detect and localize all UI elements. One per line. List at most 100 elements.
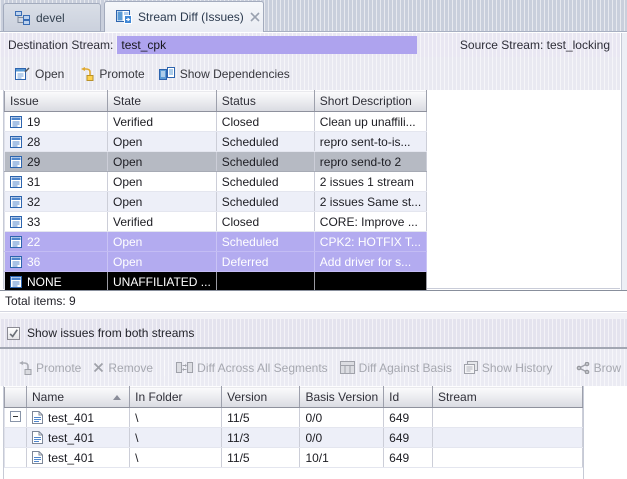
- open-button[interactable]: Open: [8, 64, 71, 84]
- issue-icon: [10, 236, 22, 248]
- basis-version-cell[interactable]: 0/0: [300, 428, 384, 448]
- state-cell[interactable]: Open: [108, 252, 217, 272]
- status-cell[interactable]: Deferred: [216, 252, 314, 272]
- short-description-cell[interactable]: Clean up unaffili...: [314, 112, 426, 132]
- version-cell[interactable]: 11/5: [222, 448, 300, 468]
- issue-icon: [10, 216, 22, 228]
- basis-version-cell[interactable]: 10/1: [300, 448, 384, 468]
- status-cell[interactable]: Scheduled: [216, 152, 314, 172]
- show-both-streams-checkbox[interactable]: [7, 327, 20, 340]
- expander-cell[interactable]: [5, 408, 27, 428]
- version-row[interactable]: test_401 \ 11/5 10/1 649: [5, 448, 583, 468]
- name-cell[interactable]: test_401: [27, 428, 130, 448]
- issue-row[interactable]: 22 Open Scheduled CPK2: HOTFIX T...: [5, 232, 427, 252]
- issue-cell[interactable]: 19: [5, 112, 108, 132]
- issue-cell[interactable]: 32: [5, 192, 108, 212]
- stream-cell[interactable]: [433, 428, 583, 448]
- short-description-cell[interactable]: 2 issues Same st...: [314, 192, 426, 212]
- versions-col-id[interactable]: Id: [384, 387, 433, 408]
- promote-button[interactable]: Promote: [71, 64, 151, 84]
- status-cell[interactable]: Scheduled: [216, 192, 314, 212]
- issue-cell[interactable]: NONE: [5, 272, 108, 292]
- state-cell[interactable]: Open: [108, 192, 217, 212]
- versions-col-stream[interactable]: Stream: [433, 387, 583, 408]
- issue-row[interactable]: NONE UNAFFILIATED ...: [5, 272, 427, 292]
- stream-diff-view: devel Stream Diff (Issues) Destinat: [0, 0, 627, 479]
- versions-col-in-folder[interactable]: In Folder: [130, 387, 222, 408]
- short-description-cell[interactable]: 2 issues 1 stream: [314, 172, 426, 192]
- short-description-cell[interactable]: repro send-to 2: [314, 152, 426, 172]
- state-cell[interactable]: Verified: [108, 212, 217, 232]
- version-cell[interactable]: 11/5: [222, 408, 300, 428]
- issue-row[interactable]: 28 Open Scheduled repro sent-to-is...: [5, 132, 427, 152]
- issue-cell[interactable]: 31: [5, 172, 108, 192]
- in-folder-cell[interactable]: \: [130, 448, 222, 468]
- basis-version-cell[interactable]: 0/0: [300, 408, 384, 428]
- versions-col-name[interactable]: Name: [27, 387, 130, 408]
- tab-stream-diff[interactable]: Stream Diff (Issues): [104, 1, 264, 32]
- version-row[interactable]: test_401 \ 11/5 0/0 649: [5, 408, 583, 428]
- promote-version-button[interactable]: Promote: [10, 358, 87, 378]
- id-cell[interactable]: 649: [384, 448, 433, 468]
- issues-col-issue[interactable]: Issue: [5, 91, 108, 112]
- diff-against-basis-button[interactable]: Diff Against Basis: [334, 358, 458, 378]
- collapse-icon[interactable]: [10, 411, 21, 422]
- issue-cell[interactable]: 29: [5, 152, 108, 172]
- issues-col-state[interactable]: State: [108, 91, 217, 112]
- issue-row[interactable]: 32 Open Scheduled 2 issues Same st...: [5, 192, 427, 212]
- status-cell[interactable]: Closed: [216, 112, 314, 132]
- short-description-cell[interactable]: repro sent-to-is...: [314, 132, 426, 152]
- issue-icon: [10, 136, 22, 148]
- stream-cell[interactable]: [433, 448, 583, 468]
- show-history-button[interactable]: Show History: [458, 358, 559, 378]
- issue-cell[interactable]: 36: [5, 252, 108, 272]
- show-both-streams-label[interactable]: Show issues from both streams: [27, 326, 194, 340]
- state-cell[interactable]: Open: [108, 152, 217, 172]
- state-cell[interactable]: Open: [108, 132, 217, 152]
- browse-versions-button[interactable]: Brow: [570, 358, 627, 378]
- issues-col-status[interactable]: Status: [216, 91, 314, 112]
- short-description-cell[interactable]: CORE: Improve ...: [314, 212, 426, 232]
- show-dependencies-button[interactable]: Show Dependencies: [152, 64, 297, 84]
- expander-cell[interactable]: [5, 448, 27, 468]
- issue-row[interactable]: 29 Open Scheduled repro send-to 2: [5, 152, 427, 172]
- diff-across-segments-button[interactable]: Diff Across All Segments: [170, 358, 334, 378]
- short-description-cell[interactable]: [314, 272, 426, 292]
- issue-row[interactable]: 19 Verified Closed Clean up unaffili...: [5, 112, 427, 132]
- remove-button[interactable]: Remove: [87, 358, 159, 378]
- name-cell[interactable]: test_401: [27, 448, 130, 468]
- version-row[interactable]: test_401 \ 11/3 0/0 649: [5, 428, 583, 448]
- expander-cell[interactable]: [5, 428, 27, 448]
- id-cell[interactable]: 649: [384, 408, 433, 428]
- status-cell[interactable]: [216, 272, 314, 292]
- issue-row[interactable]: 36 Open Deferred Add driver for s...: [5, 252, 427, 272]
- status-cell[interactable]: Scheduled: [216, 132, 314, 152]
- status-cell[interactable]: Scheduled: [216, 172, 314, 192]
- versions-col-version[interactable]: Version: [222, 387, 300, 408]
- short-description-cell[interactable]: CPK2: HOTFIX T...: [314, 232, 426, 252]
- issue-cell[interactable]: 22: [5, 232, 108, 252]
- pane-right-edge: [621, 33, 627, 290]
- version-cell[interactable]: 11/3: [222, 428, 300, 448]
- state-cell[interactable]: Open: [108, 232, 217, 252]
- status-cell[interactable]: Closed: [216, 212, 314, 232]
- issue-row[interactable]: 31 Open Scheduled 2 issues 1 stream: [5, 172, 427, 192]
- name-cell[interactable]: test_401: [27, 408, 130, 428]
- in-folder-cell[interactable]: \: [130, 408, 222, 428]
- issue-cell[interactable]: 33: [5, 212, 108, 232]
- state-cell[interactable]: Open: [108, 172, 217, 192]
- stream-cell[interactable]: [433, 408, 583, 428]
- state-cell[interactable]: Verified: [108, 112, 217, 132]
- destination-stream-value[interactable]: test_cpk: [117, 36, 417, 54]
- versions-col-basis-version[interactable]: Basis Version: [300, 387, 384, 408]
- issue-cell[interactable]: 28: [5, 132, 108, 152]
- id-cell[interactable]: 649: [384, 428, 433, 448]
- in-folder-cell[interactable]: \: [130, 428, 222, 448]
- short-description-cell[interactable]: Add driver for s...: [314, 252, 426, 272]
- status-cell[interactable]: Scheduled: [216, 232, 314, 252]
- tab-devel[interactable]: devel: [3, 3, 101, 31]
- issues-col-short-description[interactable]: Short Description: [314, 91, 426, 112]
- issue-row[interactable]: 33 Verified Closed CORE: Improve ...: [5, 212, 427, 232]
- state-cell[interactable]: UNAFFILIATED ...: [108, 272, 217, 292]
- close-icon[interactable]: [250, 12, 260, 22]
